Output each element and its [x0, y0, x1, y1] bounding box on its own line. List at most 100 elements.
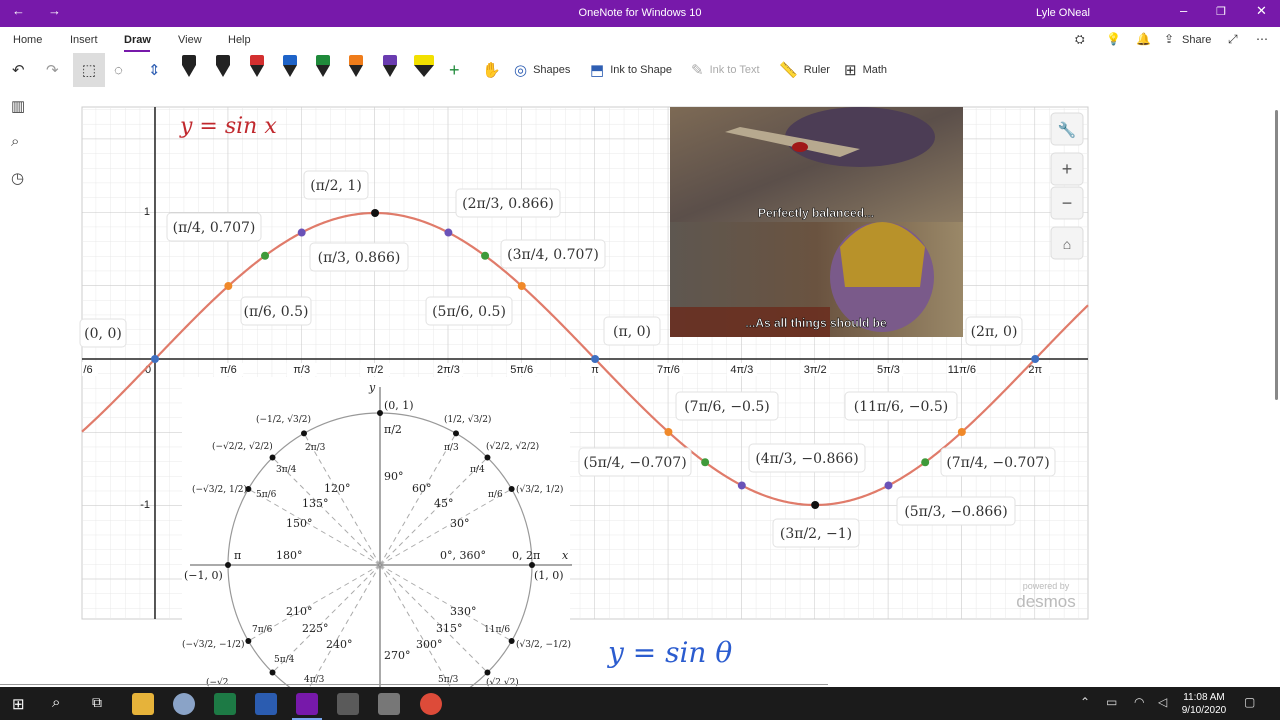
maximize-icon[interactable]: ❐ [1216, 5, 1226, 18]
ink-to-shape-button[interactable]: ⬒ Ink to Shape [590, 53, 672, 87]
search-icon[interactable]: ⌕ [52, 694, 60, 711]
tab-help[interactable]: Help [228, 34, 251, 46]
onenote-icon[interactable] [296, 693, 318, 715]
search-icon[interactable]: ⌕ [11, 133, 19, 150]
title-bar: ← → OneNote for Windows 10 Lyle ONeal – … [0, 0, 1280, 27]
tab-draw[interactable]: Draw [124, 34, 151, 46]
windows-start-icon[interactable]: ⊞ [12, 695, 25, 713]
point-label: (3π/2, −1) [780, 526, 852, 542]
point-label: (5π/4, −0.707) [583, 455, 686, 471]
point-label: (5π/3, −0.866) [904, 504, 1007, 520]
graph-point[interactable] [444, 228, 453, 237]
calculator-icon[interactable] [337, 693, 359, 715]
file-explorer-icon[interactable] [132, 693, 154, 715]
highlighter-yellow[interactable] [414, 55, 434, 83]
graph-point[interactable] [224, 282, 233, 290]
graph-point[interactable] [517, 282, 526, 290]
volume-icon[interactable]: ◁ [1158, 695, 1167, 709]
redo-icon[interactable]: ↷ [46, 53, 65, 87]
chrome-icon[interactable] [420, 693, 442, 715]
notebooks-icon[interactable]: ▥ [11, 97, 25, 115]
sync-icon[interactable]: ⛭ [1075, 32, 1085, 47]
x-tick-label: 4π/3 [730, 364, 753, 376]
pen-black-1[interactable] [182, 55, 196, 83]
phone-icon[interactable] [378, 693, 400, 715]
graph-point[interactable] [297, 228, 306, 237]
uc-deg-240: 240° [326, 638, 353, 651]
note-page[interactable]: /6 0 π/6 π/3 π/2 2π/3 5π/6 π 7π/6 4π/3 3π/2 5π/3 1… [40, 87, 1280, 718]
graph-point[interactable] [591, 355, 600, 363]
lasso-select-icon[interactable]: ⬚ [73, 53, 105, 87]
undo-icon[interactable]: ↶ [12, 53, 31, 87]
notifications-icon[interactable]: ▢ [1244, 695, 1255, 709]
graph-point[interactable] [371, 209, 380, 217]
shapes-button[interactable]: ◎ Shapes [514, 53, 570, 87]
x-tick-label: π/6 [220, 364, 237, 376]
share-icon[interactable]: ⇪ [1164, 32, 1174, 46]
graph-point[interactable] [701, 458, 710, 467]
uc-axis-x: x [562, 549, 569, 562]
uc-axis-y: y [368, 381, 376, 394]
expand-icon[interactable]: ⤢ [1228, 32, 1238, 47]
task-view-icon[interactable]: ⧉ [92, 694, 102, 711]
app-icon[interactable] [173, 693, 195, 715]
graph-point[interactable] [261, 251, 270, 260]
vertical-scrollbar[interactable] [1275, 110, 1278, 400]
graph-point[interactable] [737, 481, 746, 490]
add-space-icon[interactable]: ⇕ [148, 53, 167, 87]
bell-icon[interactable]: 🔔 [1136, 32, 1151, 46]
meme-image: Perfectly balanced... ...As all things s… [670, 107, 963, 337]
pen-green[interactable] [316, 55, 330, 83]
equation-label: y = sin x [179, 114, 277, 139]
pen-orange[interactable] [349, 55, 363, 83]
graph-point[interactable] [921, 458, 930, 467]
unit-circle-point [225, 562, 231, 568]
tray-chevron-icon[interactable]: ⌃ [1080, 695, 1090, 709]
close-icon[interactable]: ✕ [1256, 3, 1267, 19]
minimize-icon[interactable]: – [1180, 3, 1187, 18]
more-icon[interactable]: ⋯ [1256, 32, 1268, 46]
uc-deg-270: 270° [384, 649, 411, 662]
graph-point[interactable] [481, 251, 490, 260]
x-tick-label: π/3 [293, 364, 310, 376]
tab-home[interactable]: Home [13, 34, 42, 46]
tab-insert[interactable]: Insert [70, 34, 98, 46]
lasso-icon[interactable]: ◌ [114, 53, 129, 87]
uc-a-5pi4: 5π/4 [274, 655, 295, 665]
graph-point[interactable] [884, 481, 893, 490]
clock-date: 9/10/2020 [1181, 705, 1227, 716]
unit-circle-image: x y (0, 1) π/2 90° 120° 135° 150° 180° 6… [182, 377, 572, 718]
user-name[interactable]: Lyle ONeal [1036, 7, 1090, 19]
pen-blue[interactable] [283, 55, 297, 83]
graph-point[interactable] [151, 355, 159, 363]
pen-purple[interactable] [383, 55, 397, 83]
clock[interactable]: 11:08 AM 9/10/2020 [1172, 691, 1236, 717]
ink-to-text-button[interactable]: ✎ Ink to Text [691, 53, 760, 87]
tab-view[interactable]: View [178, 34, 202, 46]
graph-point[interactable] [1031, 355, 1040, 363]
uc-c-135: (−√2/2, √2/2) [212, 441, 273, 452]
pen-black-2[interactable] [216, 55, 230, 83]
eraser-icon[interactable]: ✋ [482, 53, 507, 87]
lightbulb-icon[interactable]: 💡 [1106, 32, 1121, 46]
unit-circle-point [245, 638, 252, 644]
wifi-icon[interactable]: ◠ [1134, 695, 1144, 709]
excel-icon[interactable] [214, 693, 236, 715]
unit-circle-point [269, 669, 276, 676]
add-pen-icon[interactable]: + [449, 53, 466, 87]
ruler-button[interactable]: 📏 Ruler [779, 53, 830, 87]
uc-c-120: (−1/2, √3/2) [256, 414, 311, 425]
uc-deg-180: 180° [276, 549, 303, 562]
recent-icon[interactable]: ◷ [11, 169, 24, 187]
math-button[interactable]: ⊞ Math [844, 53, 887, 87]
pen-red[interactable] [250, 55, 264, 83]
battery-icon[interactable]: ▭ [1106, 695, 1117, 709]
graph-point[interactable] [957, 428, 966, 436]
share-button[interactable]: Share [1182, 34, 1211, 46]
word-icon[interactable] [255, 693, 277, 715]
graph-point[interactable] [664, 428, 673, 436]
graph-point[interactable] [811, 501, 820, 509]
y-tick-1: 1 [144, 206, 150, 218]
uc-c-315-partial: (√2 √2) [486, 677, 519, 687]
uc-deg-225: 225° [302, 622, 329, 635]
